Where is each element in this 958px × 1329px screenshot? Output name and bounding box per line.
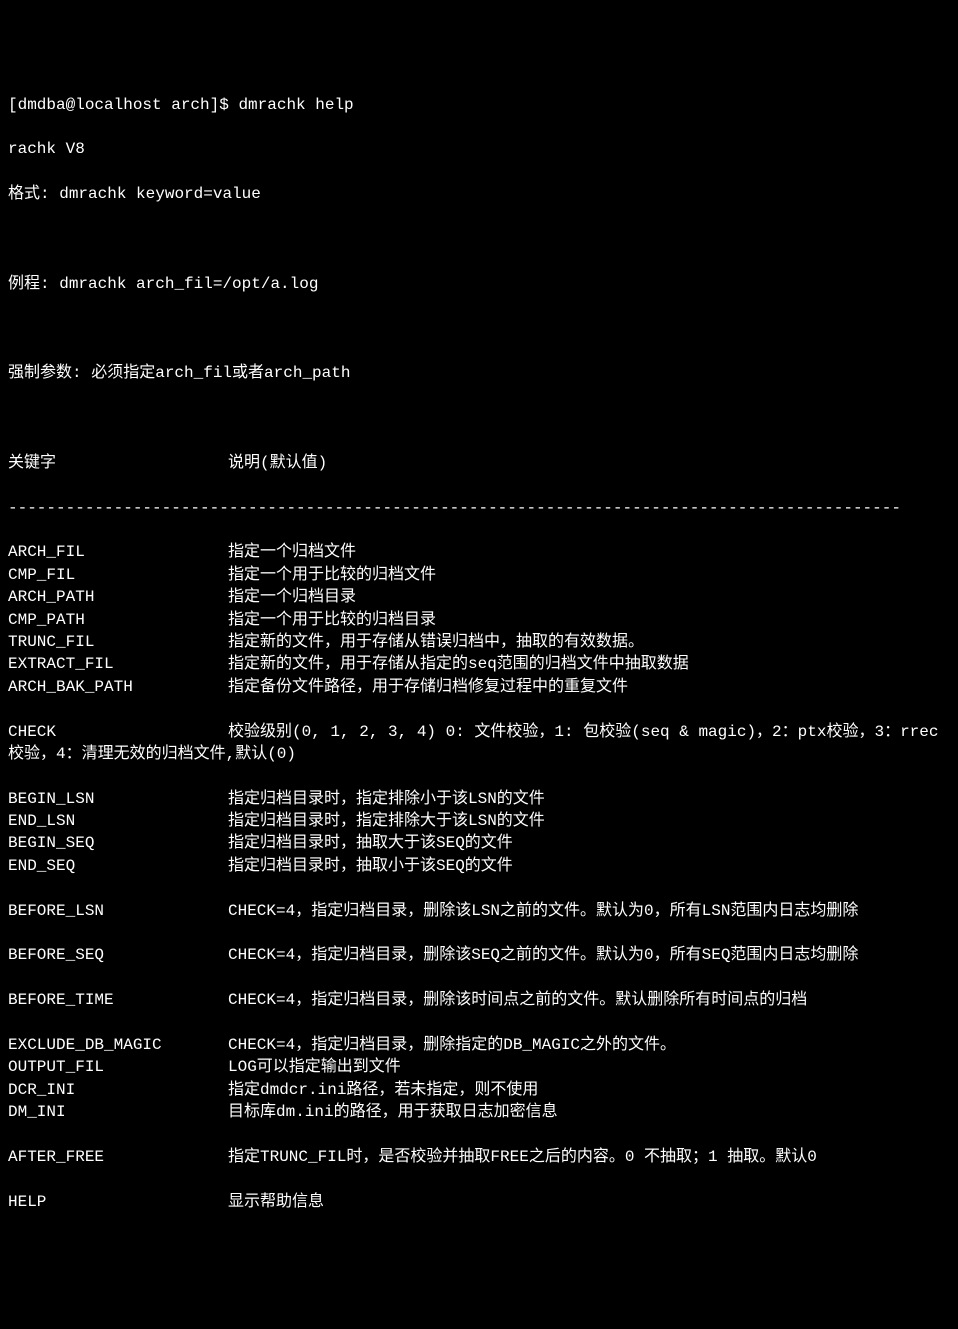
usage-line: 格式: dmrachk keyword=value: [8, 183, 950, 205]
param-key: TRUNC_FIL: [8, 631, 228, 653]
param-row-before-time: BEFORE_TIMECHECK=4，指定归档目录，删除该时间点之前的文件。默认…: [8, 989, 950, 1011]
param-desc: CHECK=4，指定归档目录，删除指定的DB_MAGIC之外的文件。: [228, 1036, 676, 1054]
shell-prompt: [dmdba@localhost arch]$: [8, 96, 238, 114]
param-key: ARCH_BAK_PATH: [8, 676, 228, 698]
param-key: BEFORE_LSN: [8, 900, 228, 922]
param-desc: 指定备份文件路径，用于存储归档修复过程中的重复文件: [228, 678, 628, 696]
param-desc: 指定一个用于比较的归档文件: [228, 566, 436, 584]
param-key: DM_INI: [8, 1101, 228, 1123]
param-row: TRUNC_FIL指定新的文件，用于存储从错误归档中，抽取的有效数据。: [8, 631, 950, 653]
param-desc: 指定归档目录时，指定排除小于该LSN的文件: [228, 790, 545, 808]
param-desc: 指定新的文件，用于存储从指定的seq范围的归档文件中抽取数据: [228, 655, 689, 673]
divider-line: ----------------------------------------…: [8, 497, 950, 519]
command-text: dmrachk help: [238, 96, 353, 114]
param-row: DCR_INI指定dmdcr.ini路径，若未指定，则不使用: [8, 1079, 950, 1101]
param-desc: 指定一个归档文件: [228, 543, 356, 561]
param-desc: CHECK=4，指定归档目录，删除该LSN之前的文件。默认为0，所有LSN范围内…: [228, 902, 858, 920]
param-desc: 指定一个用于比较的归档目录: [228, 611, 436, 629]
param-key: BEGIN_LSN: [8, 788, 228, 810]
param-desc: 指定dmdcr.ini路径，若未指定，则不使用: [228, 1081, 538, 1099]
param-row-before-seq: BEFORE_SEQCHECK=4，指定归档目录，删除该SEQ之前的文件。默认为…: [8, 944, 950, 966]
param-row: EXTRACT_FIL指定新的文件，用于存储从指定的seq范围的归档文件中抽取数…: [8, 653, 950, 675]
param-key: CMP_FIL: [8, 564, 228, 586]
param-row: DM_INI目标库dm.ini的路径，用于获取日志加密信息: [8, 1101, 950, 1123]
param-row: END_SEQ指定归档目录时，抽取小于该SEQ的文件: [8, 855, 950, 877]
param-key: EXTRACT_FIL: [8, 653, 228, 675]
param-key: ARCH_FIL: [8, 541, 228, 563]
param-row: CMP_PATH指定一个用于比较的归档目录: [8, 609, 950, 631]
param-row: EXCLUDE_DB_MAGICCHECK=4，指定归档目录，删除指定的DB_M…: [8, 1034, 950, 1056]
param-row: ARCH_PATH指定一个归档目录: [8, 586, 950, 608]
example-value: dmrachk arch_fil=/opt/a.log: [59, 275, 318, 293]
param-key: DCR_INI: [8, 1079, 228, 1101]
param-desc: CHECK=4，指定归档目录，删除该SEQ之前的文件。默认为0，所有SEQ范围内…: [228, 946, 858, 964]
param-row: ARCH_FIL指定一个归档文件: [8, 541, 950, 563]
param-desc: 指定一个归档目录: [228, 588, 356, 606]
param-desc: 指定归档目录时，抽取大于该SEQ的文件: [228, 834, 513, 852]
param-row: BEGIN_SEQ指定归档目录时，抽取大于该SEQ的文件: [8, 832, 950, 854]
param-row-help: HELP显示帮助信息: [8, 1191, 950, 1213]
version-line: rachk V8: [8, 138, 950, 160]
required-label: 强制参数:: [8, 364, 91, 382]
param-desc: CHECK=4，指定归档目录，删除该时间点之前的文件。默认删除所有时间点的归档: [228, 991, 807, 1009]
param-key: BEFORE_TIME: [8, 989, 228, 1011]
param-desc: 指定TRUNC_FIL时，是否校验并抽取FREE之后的内容。0 不抽取；1 抽取…: [228, 1148, 817, 1166]
usage-label: 格式:: [8, 185, 59, 203]
param-row-after-free: AFTER_FREE指定TRUNC_FIL时，是否校验并抽取FREE之后的内容。…: [8, 1146, 950, 1168]
param-desc: 指定归档目录时，指定排除大于该LSN的文件: [228, 812, 545, 830]
blank-line: [8, 228, 950, 250]
example-label: 例程:: [8, 275, 59, 293]
header-desc: 说明(默认值): [228, 454, 327, 472]
blank-line: [8, 317, 950, 339]
param-row: END_LSN指定归档目录时，指定排除大于该LSN的文件: [8, 810, 950, 832]
param-row: CMP_FIL指定一个用于比较的归档文件: [8, 564, 950, 586]
param-key: AFTER_FREE: [8, 1146, 228, 1168]
prompt-line: [dmdba@localhost arch]$ dmrachk help: [8, 94, 950, 116]
param-key: CMP_PATH: [8, 609, 228, 631]
param-key: END_SEQ: [8, 855, 228, 877]
param-row: OUTPUT_FILLOG可以指定输出到文件: [8, 1056, 950, 1078]
param-desc: 显示帮助信息: [228, 1193, 324, 1211]
param-key: EXCLUDE_DB_MAGIC: [8, 1034, 228, 1056]
param-row: BEGIN_LSN指定归档目录时，指定排除小于该LSN的文件: [8, 788, 950, 810]
header-key: 关键字: [8, 452, 228, 474]
usage-value: dmrachk keyword=value: [59, 185, 261, 203]
param-key: CHECK: [8, 721, 228, 743]
blank-line: [8, 407, 950, 429]
example-line: 例程: dmrachk arch_fil=/opt/a.log: [8, 273, 950, 295]
param-row-check: CHECK校验级别(0, 1, 2, 3, 4) 0: 文件校验，1: 包校验(…: [8, 721, 950, 766]
param-desc: 指定归档目录时，抽取小于该SEQ的文件: [228, 857, 513, 875]
param-key: END_LSN: [8, 810, 228, 832]
required-line: 强制参数: 必须指定arch_fil或者arch_path: [8, 362, 950, 384]
required-value: 必须指定arch_fil或者arch_path: [91, 364, 350, 382]
param-row-before-lsn: BEFORE_LSNCHECK=4，指定归档目录，删除该LSN之前的文件。默认为…: [8, 900, 950, 922]
param-key: ARCH_PATH: [8, 586, 228, 608]
param-desc: 目标库dm.ini的路径，用于获取日志加密信息: [228, 1103, 558, 1121]
param-desc: LOG可以指定输出到文件: [228, 1058, 401, 1076]
param-key: HELP: [8, 1191, 228, 1213]
param-row: ARCH_BAK_PATH指定备份文件路径，用于存储归档修复过程中的重复文件: [8, 676, 950, 698]
param-key: OUTPUT_FIL: [8, 1056, 228, 1078]
param-desc: 指定新的文件，用于存储从错误归档中，抽取的有效数据。: [228, 633, 644, 651]
param-key: BEFORE_SEQ: [8, 944, 228, 966]
header-line: 关键字说明(默认值): [8, 452, 950, 474]
param-key: BEGIN_SEQ: [8, 832, 228, 854]
